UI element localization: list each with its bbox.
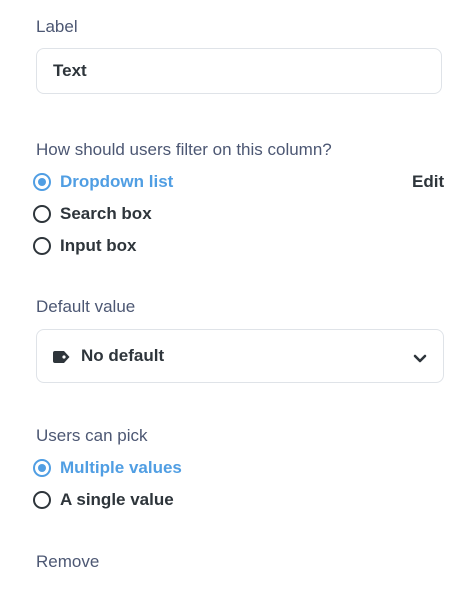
radio-search-box[interactable]: Search box [33, 202, 152, 226]
radio-unselected-icon[interactable] [33, 491, 51, 509]
tag-icon [53, 350, 70, 363]
radio-selected-icon[interactable] [33, 459, 51, 477]
chevron-down-icon[interactable] [413, 351, 427, 363]
radio-label: Multiple values [60, 458, 182, 477]
radio-label: Dropdown list [60, 172, 174, 191]
radio-label: Search box [60, 204, 152, 223]
radio-unselected-icon[interactable] [33, 205, 51, 223]
radio-dropdown-list[interactable]: Dropdown list [33, 170, 173, 194]
radio-multiple-values[interactable]: Multiple values [33, 456, 182, 480]
radio-input-box[interactable]: Input box [33, 234, 136, 258]
radio-selected-icon[interactable] [33, 173, 51, 191]
default-value-text: No default [81, 346, 165, 365]
radio-label: Input box [60, 236, 137, 255]
default-value-heading: Default value [36, 297, 136, 316]
radio-unselected-icon[interactable] [33, 237, 51, 255]
users-can-pick-heading: Users can pick [36, 426, 148, 445]
remove-button[interactable]: Remove [36, 552, 99, 572]
edit-button[interactable]: Edit [412, 172, 444, 192]
label-heading: Label [36, 17, 78, 36]
label-input[interactable] [36, 48, 442, 94]
default-value-select[interactable]: No default [36, 329, 444, 383]
radio-single-value[interactable]: A single value [33, 488, 174, 512]
filter-type-heading: How should users filter on this column? [36, 140, 332, 159]
radio-label: A single value [60, 490, 174, 509]
